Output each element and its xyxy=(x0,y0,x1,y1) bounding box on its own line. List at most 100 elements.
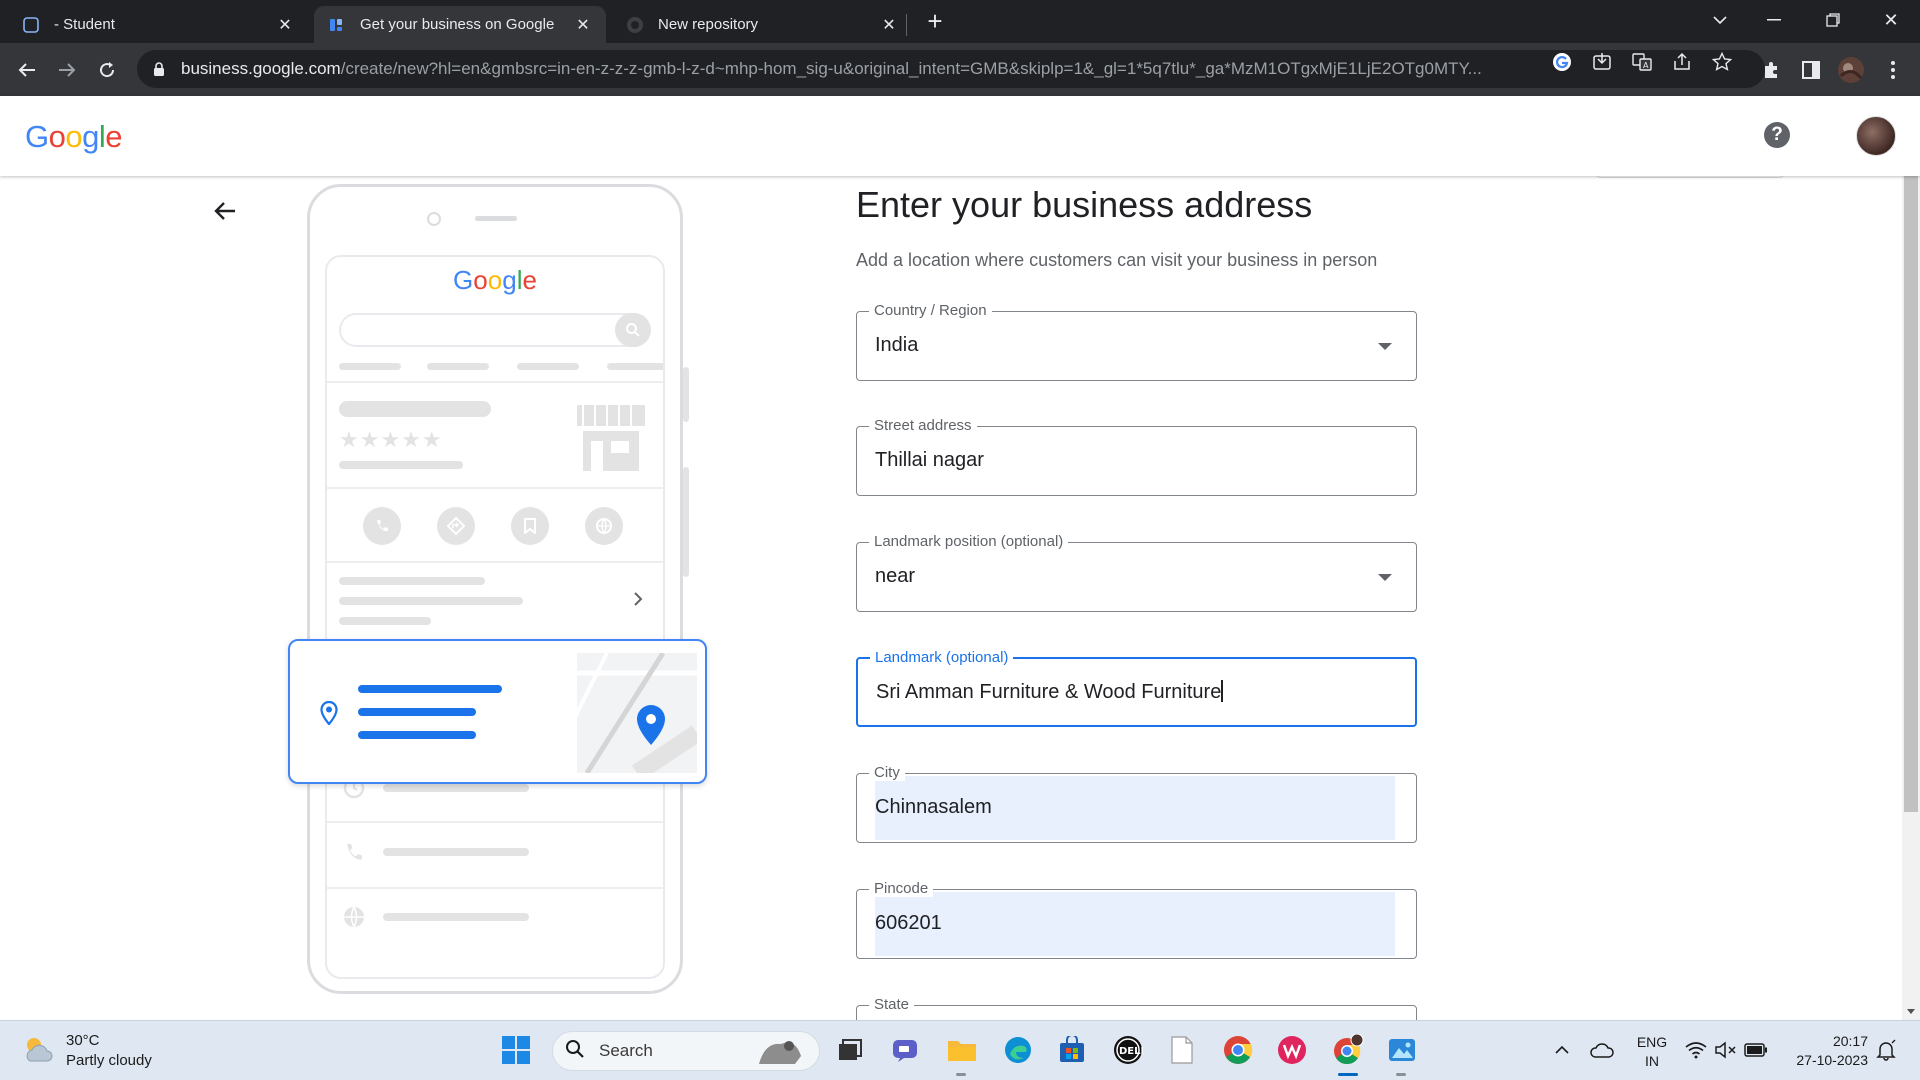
edge-browser-icon[interactable] xyxy=(1002,1034,1034,1066)
menu-kebab-icon[interactable] xyxy=(1876,53,1910,87)
tab-search-chevron-icon[interactable] xyxy=(1700,0,1740,40)
placeholder-line xyxy=(339,401,491,417)
install-app-icon[interactable] xyxy=(1592,52,1612,72)
page-title: Enter your business address xyxy=(856,184,1313,225)
photos-app-icon[interactable] xyxy=(1386,1034,1418,1066)
lock-icon[interactable] xyxy=(151,61,167,77)
side-panel-icon[interactable] xyxy=(1794,53,1828,87)
back-arrow-icon[interactable] xyxy=(210,196,240,226)
field-value: Thillai nagar xyxy=(875,449,984,471)
blank-document-icon[interactable] xyxy=(1166,1034,1198,1066)
tab-separator xyxy=(906,14,907,36)
field-value: Chinnasalem xyxy=(875,796,992,818)
close-tab-icon[interactable]: ✕ xyxy=(880,16,898,34)
forward-icon[interactable] xyxy=(50,53,84,87)
landmark-field[interactable]: Landmark (optional) Sri Amman Furniture … xyxy=(856,649,1417,727)
phone-search-bar xyxy=(339,313,649,347)
weather-widget[interactable]: 30°C Partly cloudy xyxy=(22,1031,152,1071)
field-label: City xyxy=(869,764,905,781)
wps-office-icon[interactable] xyxy=(1276,1034,1308,1066)
side-button xyxy=(683,367,689,422)
phone-illustration: Google ★★★★★ xyxy=(307,184,689,994)
chrome-profile-icon[interactable] xyxy=(1332,1034,1364,1066)
back-icon[interactable] xyxy=(10,53,44,87)
page-scrollbar[interactable] xyxy=(1902,176,1920,1020)
state-select[interactable]: State xyxy=(856,996,1417,1020)
placeholder-line xyxy=(339,363,401,370)
storefront-icon xyxy=(573,401,649,478)
field-value: 606201 xyxy=(875,912,942,934)
close-tab-icon[interactable]: ✕ xyxy=(574,16,592,34)
field-label: Street address xyxy=(869,417,977,434)
minimize-icon[interactable] xyxy=(1754,0,1794,40)
city-field[interactable]: City Chinnasalem xyxy=(856,764,1417,843)
account-avatar[interactable] xyxy=(1856,116,1896,156)
clock-date: 27-10-2023 xyxy=(1796,1052,1868,1068)
text-caret xyxy=(1221,680,1223,702)
teams-chat-icon[interactable] xyxy=(890,1034,922,1066)
tab-google-business[interactable]: Get your business on Google ✕ xyxy=(314,6,606,43)
start-windows-icon[interactable] xyxy=(500,1034,532,1066)
scrollbar-thumb[interactable] xyxy=(1904,176,1918,812)
bookmark-star-icon[interactable] xyxy=(1712,52,1732,72)
placeholder-line xyxy=(383,784,529,792)
logo-letter: g xyxy=(82,119,99,154)
location-pin-icon xyxy=(320,700,338,730)
placeholder-line xyxy=(517,363,579,370)
map-thumbnail xyxy=(577,653,697,773)
partial-button-outline xyxy=(1596,176,1784,178)
reload-icon[interactable] xyxy=(90,53,124,87)
tab-student[interactable]: - Student ✕ xyxy=(8,6,308,43)
google-logo[interactable]: Google xyxy=(25,119,123,155)
field-value: near xyxy=(875,565,916,587)
speaker-muted-icon[interactable] xyxy=(1710,1034,1742,1066)
scroll-down-arrow-icon[interactable] xyxy=(1907,1009,1915,1014)
show-hidden-icons-chevron-icon[interactable] xyxy=(1546,1034,1578,1066)
file-explorer-icon[interactable] xyxy=(946,1034,978,1066)
divider xyxy=(327,381,663,383)
new-tab-button[interactable]: + xyxy=(915,1,955,41)
rating-stars: ★★★★★ xyxy=(339,427,443,452)
restore-icon[interactable] xyxy=(1813,0,1853,40)
profile-avatar[interactable] xyxy=(1834,53,1868,87)
autofill-highlight xyxy=(875,892,1395,956)
street-address-field[interactable]: Street address Thillai nagar xyxy=(856,417,1417,496)
close-window-icon[interactable]: ✕ xyxy=(1871,0,1911,40)
dropdown-arrow-icon xyxy=(1378,343,1392,350)
globe-icon xyxy=(343,906,365,933)
landmark-position-select[interactable]: Landmark position (optional) near xyxy=(856,533,1417,612)
phone-search-icon xyxy=(615,313,651,347)
weather-temp: 30°C xyxy=(66,1032,100,1049)
tab-new-repository[interactable]: New repository ✕ xyxy=(612,6,912,43)
language-indicator[interactable]: ENG IN xyxy=(1630,1033,1674,1071)
country-region-select[interactable]: Country / Region India xyxy=(856,302,1417,381)
translate-icon[interactable]: A xyxy=(1632,52,1652,72)
microsoft-store-icon[interactable] xyxy=(1056,1034,1088,1066)
address-bar[interactable]: business.google.com/create/new?hl=en&gmb… xyxy=(137,50,1765,88)
extensions-icon[interactable] xyxy=(1754,53,1788,87)
divider xyxy=(327,487,663,489)
page-header: Google ? xyxy=(0,96,1920,176)
google-lens-icon[interactable] xyxy=(1552,52,1572,72)
divider xyxy=(327,561,663,563)
onedrive-cloud-icon[interactable] xyxy=(1586,1034,1618,1066)
divider xyxy=(327,887,663,889)
address-line xyxy=(358,685,502,693)
notification-bell-icon[interactable] xyxy=(1870,1034,1902,1066)
chrome-icon[interactable] xyxy=(1222,1034,1254,1066)
page-subtitle: Add a location where customers can visit… xyxy=(856,250,1378,270)
battery-icon[interactable] xyxy=(1740,1034,1772,1066)
taskbar-search-box[interactable]: Search xyxy=(552,1031,820,1071)
clock[interactable]: 20:17 27-10-2023 xyxy=(1780,1032,1868,1070)
tab-title: New repository xyxy=(658,16,759,33)
student-favicon-icon xyxy=(22,16,40,34)
wifi-icon[interactable] xyxy=(1680,1034,1712,1066)
phone-google-logo: Google xyxy=(453,265,537,295)
dell-icon[interactable]: DELL xyxy=(1112,1034,1144,1066)
share-icon[interactable] xyxy=(1672,52,1692,72)
pincode-field[interactable]: Pincode 606201 xyxy=(856,880,1417,959)
help-icon[interactable]: ? xyxy=(1764,122,1790,148)
close-tab-icon[interactable]: ✕ xyxy=(276,16,294,34)
task-view-icon[interactable] xyxy=(834,1034,866,1066)
lang-bottom: IN xyxy=(1645,1053,1659,1069)
